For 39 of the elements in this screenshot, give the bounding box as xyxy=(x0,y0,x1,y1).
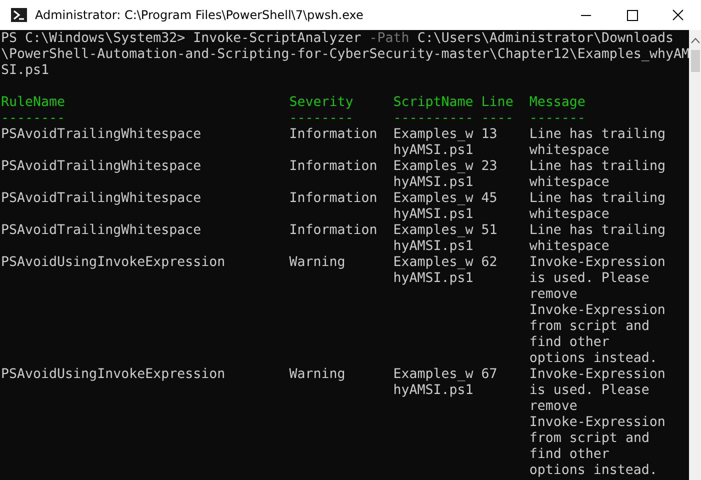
table-cell: PSAvoidTrailingWhitespace xyxy=(1,191,202,207)
table-cell: PSAvoidUsingInvokeExpression xyxy=(1,367,226,383)
column-header: ScriptName xyxy=(393,95,474,111)
header-underline: ---- xyxy=(481,111,514,127)
table-cell: PSAvoidTrailingWhitespace xyxy=(1,223,202,239)
table-cell-text: Examples_whyAMSI.ps1 xyxy=(393,191,474,223)
table-cell: PSAvoidUsingInvokeExpression xyxy=(1,255,226,271)
table-cell-text: Invoke-Expression is used. Please remove Invoke-Expression from script and find other options instead. xyxy=(529,367,666,479)
header-underline: -------- xyxy=(289,111,354,127)
table-cell: 67 xyxy=(481,367,498,383)
table-cell: Information xyxy=(289,159,378,175)
table-cell-text: Line has trailing whitespace xyxy=(529,223,666,255)
table-cell-text: Examples_whyAMSI.ps1 xyxy=(393,127,474,159)
table-cell: PSAvoidTrailingWhitespace xyxy=(1,159,202,175)
table-cell: 13 xyxy=(481,127,498,143)
column-header: RuleName xyxy=(1,95,66,111)
header-underline: -------- xyxy=(1,111,66,127)
table-cell: Information xyxy=(289,191,378,207)
column-header: Line xyxy=(481,95,514,111)
table-cell-text: Examples_whyAMSI.ps1 xyxy=(393,223,474,255)
table-cell-text: Examples_whyAMSI.ps1 xyxy=(393,159,474,191)
table-cell: 45 xyxy=(481,191,498,207)
command-line: PS C:\Windows\System32> Invoke-ScriptAnalyzer -Path C:\Users\Administrator\Downloads\PowerShell-Automation-and-Scripting-for-CyberSecurity-master\Chapter12\Examples_whyAMSI.ps1 xyxy=(1,31,690,79)
table-cell: 23 xyxy=(481,159,498,175)
table-cell-text: Invoke-Expression is used. Please remove Invoke-Expression from script and find other options instead. xyxy=(529,255,666,367)
header-underline: ---------- xyxy=(393,111,474,127)
table-cell: Warning xyxy=(289,255,346,271)
table-cell-text: Examples_whyAMSI.ps1 xyxy=(393,255,474,287)
table-cell: 51 xyxy=(481,223,498,239)
header-underline: ------- xyxy=(529,111,586,127)
table-cell: PSAvoidTrailingWhitespace xyxy=(1,127,202,143)
window-title: Administrator: C:\Program Files\PowerShell\7\pwsh.exe xyxy=(35,8,364,22)
table-cell: Information xyxy=(289,127,378,143)
column-header: Message xyxy=(529,95,586,111)
table-cell: Information xyxy=(289,223,378,239)
table-cell: 62 xyxy=(481,255,498,271)
table-cell-text: Examples_whyAMSI.ps1 xyxy=(393,367,474,399)
table-cell: Warning xyxy=(289,367,346,383)
column-header: Severity xyxy=(289,95,354,111)
